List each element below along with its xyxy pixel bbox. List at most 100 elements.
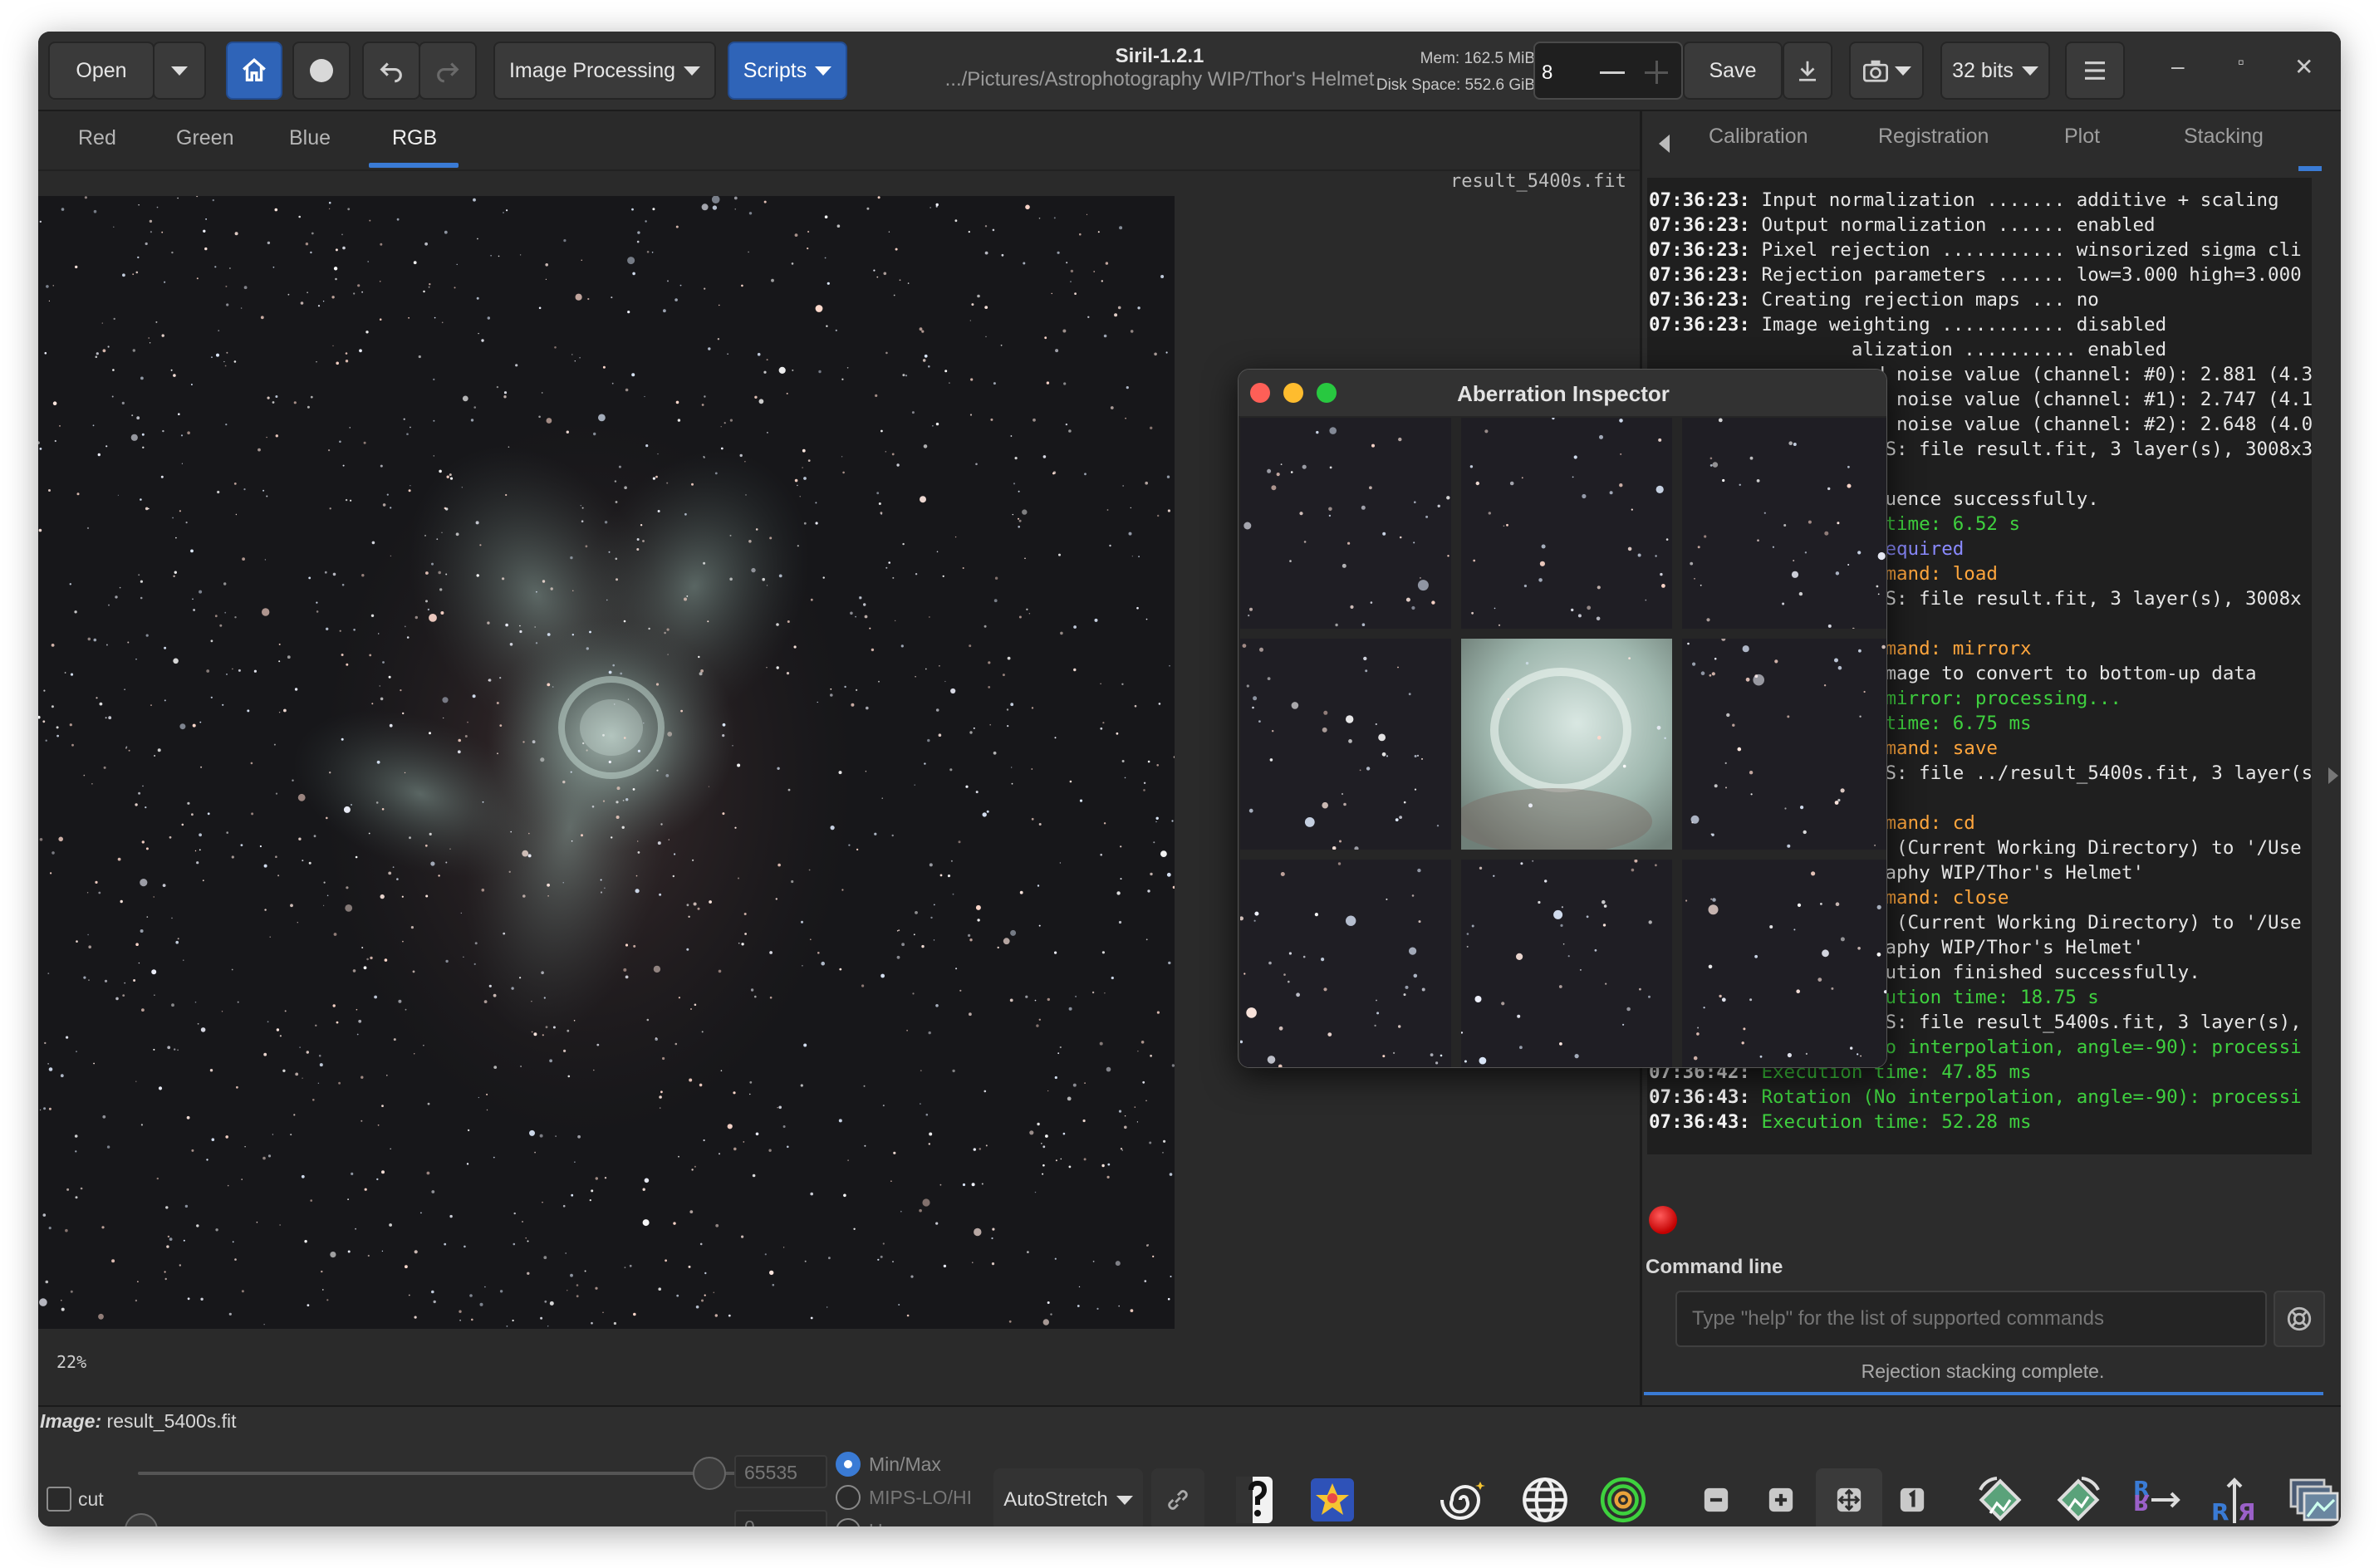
redo-icon xyxy=(437,62,459,83)
zoom-one-button[interactable] xyxy=(1879,1467,1945,1526)
scripts-menu[interactable]: Scripts xyxy=(728,42,847,100)
log-message: Image weighting ........... disabled xyxy=(1749,314,2167,336)
chevron-down-icon xyxy=(2021,66,2038,76)
active-tab-indicator xyxy=(369,163,459,168)
redo-button[interactable] xyxy=(419,42,477,100)
astro-image-canvas[interactable] xyxy=(38,196,1175,1329)
inspector-tile xyxy=(1461,639,1672,850)
open-button[interactable]: Open xyxy=(48,42,155,100)
zoom-fit-button[interactable] xyxy=(1816,1468,1882,1526)
open-recent-dropdown[interactable] xyxy=(153,42,206,100)
radio-mips-lohi-label: MIPS-LO/HI xyxy=(869,1487,972,1508)
inspector-tile xyxy=(1682,860,1886,1067)
image-processing-menu[interactable]: Image Processing xyxy=(493,42,716,100)
zoom-out-button[interactable] xyxy=(1683,1467,1749,1526)
thread-count-value: 8 xyxy=(1542,61,1553,84)
tab-registration[interactable]: Registration xyxy=(1878,125,1989,149)
tab-plot[interactable]: Plot xyxy=(2064,125,2100,149)
memory-info: Mem: 162.5 MiB xyxy=(1420,50,1535,67)
star-catalog-button[interactable] xyxy=(1299,1467,1366,1526)
download-icon xyxy=(1799,61,1816,81)
aberration-inspector-window[interactable]: Aberration Inspector xyxy=(1238,369,1887,1068)
log-line: 07:36:23: Image weighting ........... di… xyxy=(1649,312,2312,337)
nebula-image xyxy=(38,196,1175,1329)
log-line: 07:36:23: Input normalization ....... ad… xyxy=(1649,188,2312,213)
radio-mips-lohi[interactable] xyxy=(836,1485,861,1510)
platesolve-button[interactable] xyxy=(1512,1467,1578,1526)
minus-icon[interactable] xyxy=(1600,71,1625,74)
photometry-button[interactable] xyxy=(1223,1467,1289,1526)
minimize-button[interactable]: – xyxy=(2171,53,2185,80)
progress-bar xyxy=(1644,1392,2323,1395)
bit-depth-menu[interactable]: 32 bits xyxy=(1940,42,2050,100)
log-line: 07:36:23: Output normalization ...... en… xyxy=(1649,213,2312,238)
min-value-field[interactable]: 0 xyxy=(734,1510,827,1526)
close-window-button[interactable]: ✕ xyxy=(2294,53,2313,81)
tab-green[interactable]: Green xyxy=(176,126,233,150)
radio-minmax[interactable] xyxy=(836,1452,861,1477)
log-message: Rejection parameters ...... low=3.000 hi… xyxy=(1749,264,2302,286)
stop-icon[interactable] xyxy=(1649,1206,1677,1234)
command-help-button[interactable] xyxy=(2274,1291,2325,1347)
rotate-right-button[interactable] xyxy=(2045,1467,2112,1526)
log-timestamp: 07:36:43: xyxy=(1649,1111,1750,1133)
log-line: 07:36:23: Pixel rejection ........... wi… xyxy=(1649,238,2312,262)
autostretch-dropdown[interactable]: AutoStretch xyxy=(993,1468,1143,1526)
snapshot-stack-button[interactable] xyxy=(2281,1467,2341,1526)
disk-info: Disk Space: 552.6 GiB xyxy=(1376,76,1535,94)
header-bar: Open Image Processing Scripts Siril-1.2.… xyxy=(38,32,2341,111)
record-button[interactable] xyxy=(292,42,351,100)
mirror-x-button[interactable]: RR xyxy=(2121,1467,2188,1526)
zoom-level: 22% xyxy=(56,1352,87,1372)
tab-blue[interactable]: Blue xyxy=(289,126,331,150)
undo-button[interactable] xyxy=(362,42,420,100)
dynamic-psf-button[interactable] xyxy=(1430,1467,1497,1526)
thread-count-spinner[interactable]: 8 xyxy=(1533,42,1683,100)
cut-label: cut xyxy=(78,1488,104,1510)
save-label: Save xyxy=(1709,58,1757,82)
link-channels-button[interactable] xyxy=(1151,1468,1204,1526)
cut-checkbox[interactable] xyxy=(47,1487,71,1512)
camera-icon xyxy=(1863,60,1888,82)
zoom-in-button[interactable] xyxy=(1748,1467,1814,1526)
undo-icon xyxy=(380,62,402,83)
radio-user[interactable] xyxy=(836,1518,861,1526)
rotate-left-button[interactable] xyxy=(1967,1467,2033,1526)
tab-red[interactable]: Red xyxy=(78,126,116,150)
min-slider-handle[interactable] xyxy=(125,1513,158,1526)
home-button[interactable] xyxy=(226,42,282,100)
log-timestamp: 07:36:23: xyxy=(1649,289,1750,311)
rotate-right-icon xyxy=(2057,1477,2100,1521)
inspector-tile xyxy=(1240,860,1451,1067)
chevron-down-icon xyxy=(815,66,832,76)
mirror-y-button[interactable]: RЯ xyxy=(2201,1467,2268,1526)
log-line: 07:36:23: Creating rejection maps ... no xyxy=(1649,287,2312,312)
tab-stacking[interactable]: Stacking xyxy=(2184,125,2264,149)
save-button[interactable]: Save xyxy=(1683,42,1783,100)
mirror-y-icon: RЯ xyxy=(2211,1477,2256,1526)
log-line: 07:36:43: Rotation (No interpolation, an… xyxy=(1649,1085,2312,1110)
log-message: alization .......... enabled xyxy=(1649,339,2167,360)
chevron-right-icon[interactable] xyxy=(2328,767,2338,784)
tab-rgb[interactable]: RGB xyxy=(392,126,437,150)
command-input[interactable] xyxy=(1675,1291,2267,1347)
snapshot-button[interactable] xyxy=(1849,42,1924,100)
hamburger-icon xyxy=(2085,61,2105,80)
maximize-button[interactable]: ▫ xyxy=(2238,51,2244,73)
tab-calibration[interactable]: Calibration xyxy=(1709,125,1808,149)
inspector-tile xyxy=(1682,418,1886,629)
bottom-toolbar: Image: result_5400s.fit cut 65535 0 Min/… xyxy=(38,1405,2341,1526)
max-value-field[interactable]: 65535 xyxy=(734,1455,827,1488)
main-menu-button[interactable] xyxy=(2065,42,2125,100)
chevron-left-icon[interactable] xyxy=(1659,135,1670,153)
max-slider-track[interactable] xyxy=(138,1472,736,1475)
log-timestamp: 07:36:23: xyxy=(1649,264,1750,286)
chevron-down-icon xyxy=(1116,1495,1133,1505)
save-as-button[interactable] xyxy=(1783,42,1832,100)
inspector-titlebar[interactable]: Aberration Inspector xyxy=(1239,370,1886,416)
log-message: Execution time: 52.28 ms xyxy=(1749,1111,2032,1133)
annotate-button[interactable] xyxy=(1590,1467,1656,1526)
log-timestamp: 07:36:23: xyxy=(1649,314,1750,336)
log-message: Input normalization ....... additive + s… xyxy=(1749,189,2279,211)
max-slider-handle[interactable] xyxy=(693,1457,726,1490)
